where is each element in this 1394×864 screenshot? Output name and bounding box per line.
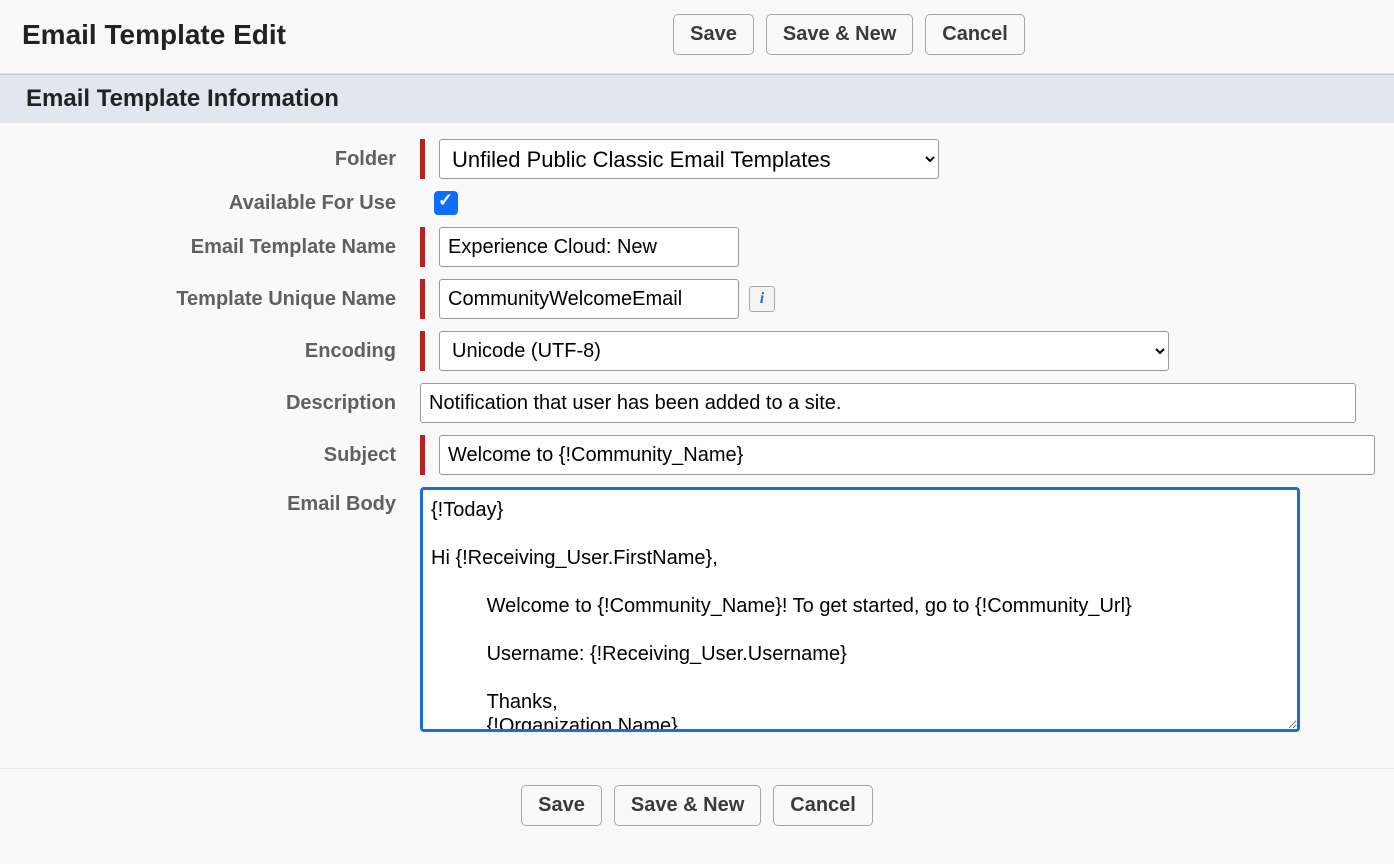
available-checkbox[interactable] <box>434 191 458 215</box>
bottom-button-bar: Save Save & New Cancel <box>0 768 1394 842</box>
required-indicator <box>420 435 425 475</box>
required-indicator <box>420 279 425 319</box>
save-button-bottom[interactable]: Save <box>521 785 602 826</box>
save-and-new-button-bottom[interactable]: Save & New <box>614 785 761 826</box>
save-button[interactable]: Save <box>673 14 754 55</box>
form-area: Folder Unfiled Public Classic Email Temp… <box>0 123 1394 768</box>
label-encoding: Encoding <box>20 340 420 363</box>
row-body: Email Body <box>20 481 1374 738</box>
unique-name-input[interactable] <box>439 279 739 319</box>
required-indicator <box>420 331 425 371</box>
save-and-new-button[interactable]: Save & New <box>766 14 913 55</box>
template-name-input[interactable] <box>439 227 739 267</box>
cancel-button-bottom[interactable]: Cancel <box>773 785 873 826</box>
encoding-select[interactable]: Unicode (UTF-8) <box>439 331 1169 371</box>
label-subject: Subject <box>20 444 420 467</box>
row-subject: Subject <box>20 429 1374 481</box>
row-unique: Template Unique Name i <box>20 273 1374 325</box>
row-folder: Folder Unfiled Public Classic Email Temp… <box>20 133 1374 185</box>
label-body: Email Body <box>20 487 420 516</box>
subject-input[interactable] <box>439 435 1375 475</box>
row-encoding: Encoding Unicode (UTF-8) <box>20 325 1374 377</box>
label-unique: Template Unique Name <box>20 288 420 311</box>
page-title: Email Template Edit <box>22 19 286 51</box>
label-available: Available For Use <box>20 192 420 215</box>
row-name: Email Template Name <box>20 221 1374 273</box>
required-indicator <box>420 227 425 267</box>
cancel-button[interactable]: Cancel <box>925 14 1025 55</box>
row-description: Description <box>20 377 1374 429</box>
label-folder: Folder <box>20 148 420 171</box>
info-icon[interactable]: i <box>749 286 775 312</box>
folder-select[interactable]: Unfiled Public Classic Email Templates <box>439 139 939 179</box>
description-input[interactable] <box>420 383 1356 423</box>
label-description: Description <box>20 392 420 415</box>
email-body-textarea[interactable] <box>420 487 1300 732</box>
label-name: Email Template Name <box>20 236 420 259</box>
top-button-bar: Save Save & New Cancel <box>326 14 1372 55</box>
required-indicator <box>420 139 425 179</box>
row-available: Available For Use <box>20 185 1374 221</box>
page-header: Email Template Edit Save Save & New Canc… <box>0 0 1394 74</box>
section-header: Email Template Information <box>0 74 1394 123</box>
